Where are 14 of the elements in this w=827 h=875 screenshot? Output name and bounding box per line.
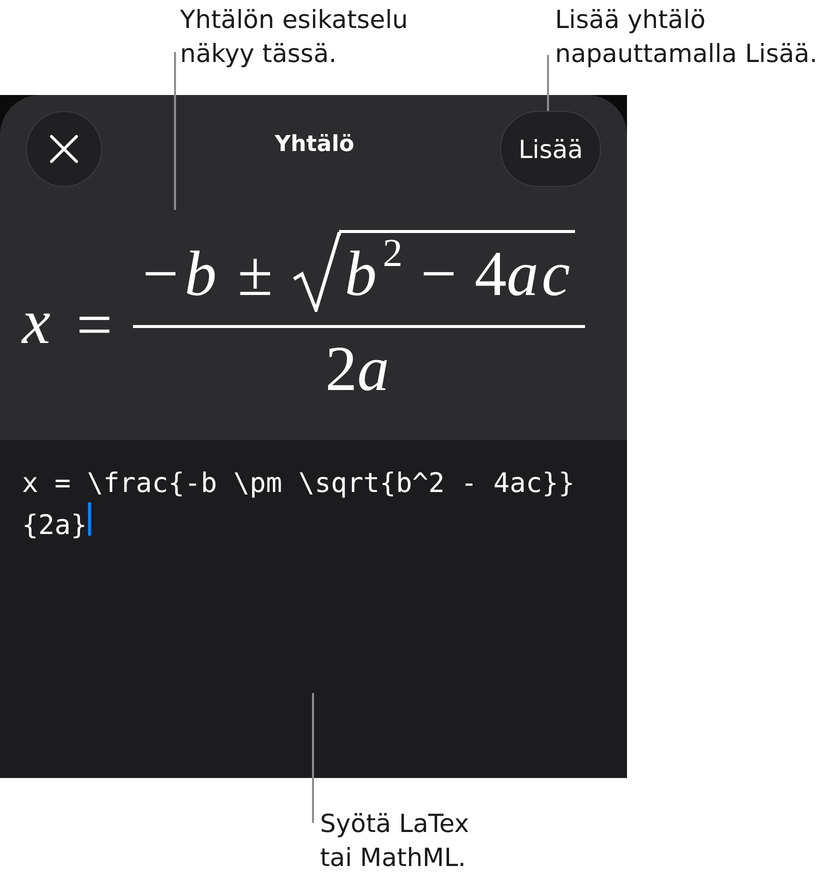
equals-sign: = bbox=[76, 290, 112, 362]
leader-line bbox=[547, 55, 549, 111]
callout-text: Lisää yhtälö napauttamalla Lisää. bbox=[555, 4, 818, 70]
callout-text: Syötä LaTex tai MathML. bbox=[320, 808, 470, 874]
radicand: b$^{2}$ − 4ac bbox=[338, 230, 576, 309]
close-icon bbox=[50, 135, 78, 163]
denominator: 2a bbox=[324, 332, 394, 406]
numerator-term: −b ± bbox=[142, 239, 274, 309]
callout-text: Yhtälön esikatselu näkyy tässä. bbox=[180, 4, 408, 70]
sheet-title: Yhtälö bbox=[274, 132, 354, 157]
radical-sign-icon bbox=[292, 232, 341, 312]
add-button[interactable]: Lisää bbox=[500, 111, 601, 187]
equation-variable: x bbox=[22, 286, 50, 359]
latex-input-field[interactable]: x = \frac{-b \pm \sqrt{b^2 - 4ac}}{2a} bbox=[0, 440, 627, 778]
